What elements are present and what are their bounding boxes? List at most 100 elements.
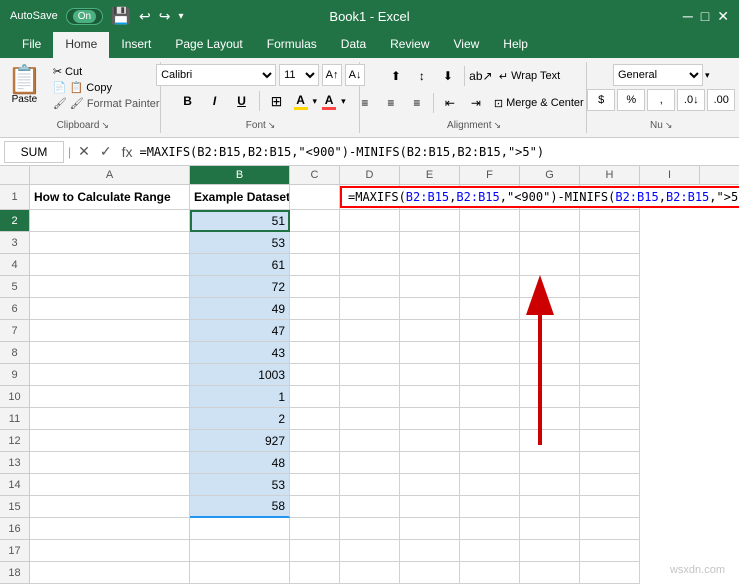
cell-g17[interactable] bbox=[520, 540, 580, 562]
cell-g6[interactable] bbox=[520, 298, 580, 320]
font-family-select[interactable]: Calibri bbox=[156, 64, 276, 86]
dropdown-arrow[interactable]: ▾ bbox=[178, 11, 183, 22]
align-middle-button[interactable]: ↕ bbox=[410, 64, 434, 88]
underline-button[interactable]: U bbox=[230, 89, 254, 113]
alignment-expand-icon[interactable]: ↘ bbox=[494, 120, 502, 131]
cell-a6[interactable] bbox=[30, 298, 190, 320]
copy-button[interactable]: 📄 📋 Copy bbox=[50, 80, 163, 95]
cell-e9[interactable] bbox=[400, 364, 460, 386]
font-expand-icon[interactable]: ↘ bbox=[268, 120, 276, 131]
formula-input[interactable] bbox=[139, 145, 735, 159]
cell-c1[interactable] bbox=[290, 185, 340, 210]
cell-e8[interactable] bbox=[400, 342, 460, 364]
cell-a2[interactable] bbox=[30, 210, 190, 232]
cell-f11[interactable] bbox=[460, 408, 520, 430]
cell-a5[interactable] bbox=[30, 276, 190, 298]
cell-h14[interactable] bbox=[580, 474, 640, 496]
row-header-2[interactable]: 2 bbox=[0, 210, 30, 232]
percent-button[interactable]: % bbox=[617, 89, 645, 111]
col-header-d[interactable]: D bbox=[340, 166, 400, 184]
cell-h11[interactable] bbox=[580, 408, 640, 430]
tab-view[interactable]: View bbox=[442, 32, 492, 58]
cell-a8[interactable] bbox=[30, 342, 190, 364]
number-format-dropdown[interactable]: ▾ bbox=[705, 70, 710, 81]
cell-e18[interactable] bbox=[400, 562, 460, 584]
cell-b10[interactable]: 1 bbox=[190, 386, 290, 408]
redo-button[interactable]: ↪ bbox=[159, 8, 171, 25]
cell-e1[interactable] bbox=[400, 185, 460, 210]
cell-f17[interactable] bbox=[460, 540, 520, 562]
cell-f3[interactable] bbox=[460, 232, 520, 254]
cell-g12[interactable] bbox=[520, 430, 580, 452]
cell-a3[interactable] bbox=[30, 232, 190, 254]
cell-a13[interactable] bbox=[30, 452, 190, 474]
cell-e3[interactable] bbox=[400, 232, 460, 254]
cell-b17[interactable] bbox=[190, 540, 290, 562]
cell-c3[interactable] bbox=[290, 232, 340, 254]
cell-c11[interactable] bbox=[290, 408, 340, 430]
cell-f6[interactable] bbox=[460, 298, 520, 320]
align-bottom-button[interactable]: ⬇ bbox=[436, 64, 460, 88]
number-format-select[interactable]: General bbox=[613, 64, 703, 86]
cell-a4[interactable] bbox=[30, 254, 190, 276]
cell-a7[interactable] bbox=[30, 320, 190, 342]
cell-c6[interactable] bbox=[290, 298, 340, 320]
cell-h16[interactable] bbox=[580, 518, 640, 540]
cell-d11[interactable] bbox=[340, 408, 400, 430]
cell-g2[interactable] bbox=[520, 210, 580, 232]
cell-d14[interactable] bbox=[340, 474, 400, 496]
font-color-dropdown[interactable]: ▾ bbox=[341, 96, 346, 107]
cell-c4[interactable] bbox=[290, 254, 340, 276]
cell-h8[interactable] bbox=[580, 342, 640, 364]
align-right-button[interactable]: ≡ bbox=[405, 91, 429, 115]
decrease-decimal-button[interactable]: .0↓ bbox=[677, 89, 705, 111]
row-header-14[interactable]: 14 bbox=[0, 474, 30, 496]
formula-confirm-button[interactable]: ✓ bbox=[97, 143, 115, 160]
cell-h6[interactable] bbox=[580, 298, 640, 320]
cell-b3[interactable]: 53 bbox=[190, 232, 290, 254]
cell-d4[interactable] bbox=[340, 254, 400, 276]
cell-g18[interactable] bbox=[520, 562, 580, 584]
cell-f15[interactable] bbox=[460, 496, 520, 518]
cell-g8[interactable] bbox=[520, 342, 580, 364]
col-header-i[interactable]: I bbox=[640, 166, 700, 184]
col-header-a[interactable]: A bbox=[30, 166, 190, 184]
row-header-11[interactable]: 11 bbox=[0, 408, 30, 430]
cell-d10[interactable] bbox=[340, 386, 400, 408]
cell-g10[interactable] bbox=[520, 386, 580, 408]
row-header-12[interactable]: 12 bbox=[0, 430, 30, 452]
cell-d12[interactable] bbox=[340, 430, 400, 452]
cell-d3[interactable] bbox=[340, 232, 400, 254]
cell-b13[interactable]: 48 bbox=[190, 452, 290, 474]
cell-f2[interactable] bbox=[460, 210, 520, 232]
name-box[interactable] bbox=[4, 141, 64, 163]
maximize-button[interactable]: □ bbox=[701, 8, 709, 24]
cell-h9[interactable] bbox=[580, 364, 640, 386]
cell-g13[interactable] bbox=[520, 452, 580, 474]
cell-h1[interactable] bbox=[580, 185, 640, 210]
cell-c18[interactable] bbox=[290, 562, 340, 584]
cell-a15[interactable] bbox=[30, 496, 190, 518]
tab-page-layout[interactable]: Page Layout bbox=[163, 32, 254, 58]
cell-a11[interactable] bbox=[30, 408, 190, 430]
cell-h5[interactable] bbox=[580, 276, 640, 298]
cell-d18[interactable] bbox=[340, 562, 400, 584]
cell-f5[interactable] bbox=[460, 276, 520, 298]
cell-c17[interactable] bbox=[290, 540, 340, 562]
cell-d5[interactable] bbox=[340, 276, 400, 298]
comma-button[interactable]: , bbox=[647, 89, 675, 111]
align-top-button[interactable]: ⬆ bbox=[384, 64, 408, 88]
cell-f9[interactable] bbox=[460, 364, 520, 386]
number-expand-icon[interactable]: ↘ bbox=[665, 120, 673, 131]
cell-f1[interactable] bbox=[460, 185, 520, 210]
accounting-format-button[interactable]: $ bbox=[587, 89, 615, 111]
decrease-indent-button[interactable]: ⇤ bbox=[438, 91, 462, 115]
cell-d13[interactable] bbox=[340, 452, 400, 474]
cell-a16[interactable] bbox=[30, 518, 190, 540]
format-painter-button[interactable]: 🖌 🖌 Format Painter bbox=[50, 96, 163, 111]
cell-h2[interactable] bbox=[580, 210, 640, 232]
cell-f16[interactable] bbox=[460, 518, 520, 540]
col-header-h[interactable]: H bbox=[580, 166, 640, 184]
cell-f4[interactable] bbox=[460, 254, 520, 276]
borders-button[interactable]: ⊞ bbox=[265, 89, 289, 113]
